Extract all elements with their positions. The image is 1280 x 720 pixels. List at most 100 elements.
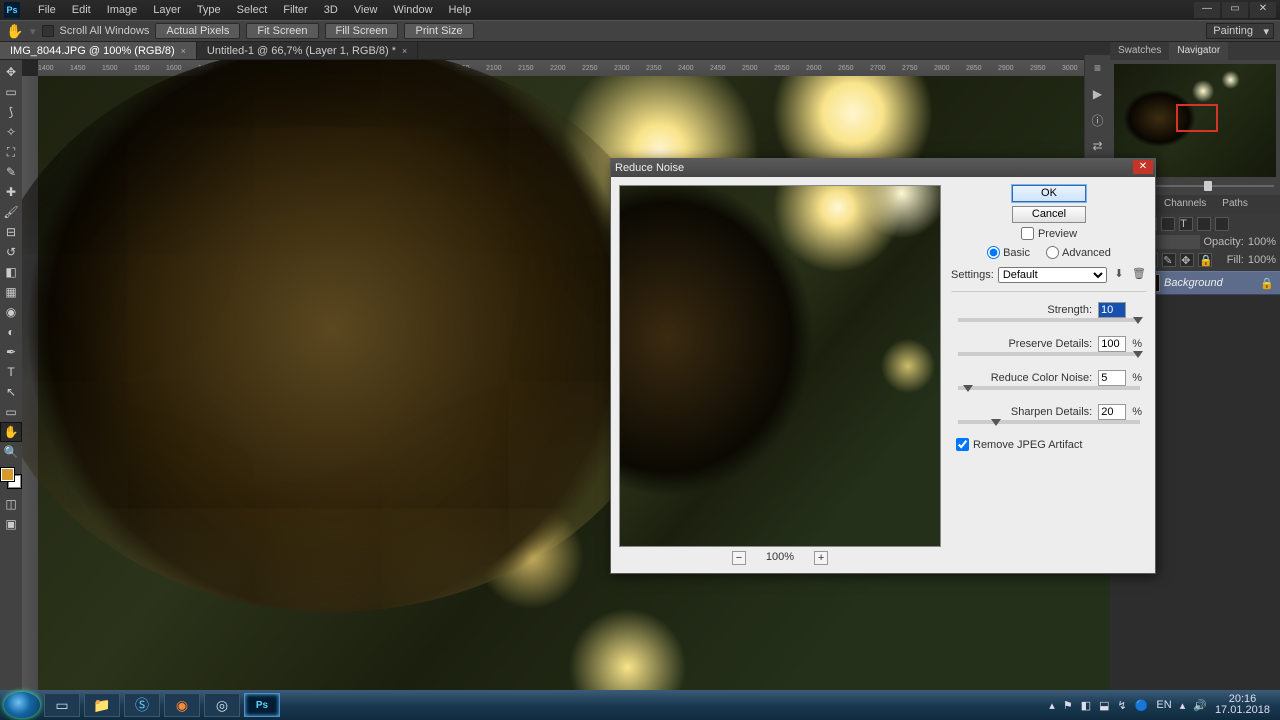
lock-pixel-icon[interactable]: ✎ [1162, 253, 1176, 267]
heal-tool[interactable]: ✚ [0, 182, 22, 202]
explorer-icon[interactable]: 📁 [84, 693, 120, 717]
lock-all-icon[interactable]: 🔒 [1198, 253, 1212, 267]
filter-type-icon[interactable]: T [1179, 217, 1193, 231]
actions-icon[interactable]: ▶ [1089, 85, 1107, 103]
crop-tool[interactable]: ⛶ [0, 142, 22, 162]
filter-shape-icon[interactable] [1197, 217, 1211, 231]
menu-view[interactable]: View [346, 2, 386, 18]
remove-jpeg-checkbox[interactable]: Remove JPEG Artifact [956, 438, 1142, 451]
lock-pos-icon[interactable]: ✥ [1180, 253, 1194, 267]
eraser-tool[interactable]: ◧ [0, 262, 22, 282]
info-icon[interactable]: ⓘ [1089, 111, 1107, 129]
taskview-icon[interactable]: ▭ [44, 693, 80, 717]
clock[interactable]: 20:1617.01.2018 [1215, 694, 1270, 716]
advanced-radio[interactable]: Advanced [1046, 246, 1111, 259]
menu-edit[interactable]: Edit [64, 2, 99, 18]
zoom-in-button[interactable]: + [814, 551, 828, 565]
menu-layer[interactable]: Layer [145, 2, 189, 18]
hand-tool[interactable]: ✋ [0, 422, 22, 442]
menu-select[interactable]: Select [229, 2, 276, 18]
settings-select[interactable]: Default [998, 267, 1107, 283]
preserve-input[interactable] [1098, 336, 1126, 352]
tray-icon[interactable]: ◧ [1081, 699, 1091, 712]
blur-tool[interactable]: ◉ [0, 302, 22, 322]
gradient-tool[interactable]: ▦ [0, 282, 22, 302]
tab-navigator[interactable]: Navigator [1169, 42, 1228, 60]
minimize-button[interactable]: — [1194, 2, 1220, 18]
close-icon[interactable]: × [181, 46, 186, 56]
tray-icon[interactable]: 🔵 [1135, 699, 1149, 712]
volume-icon[interactable]: 🔊 [1193, 699, 1207, 712]
tray-up-icon[interactable]: ▴ [1180, 699, 1186, 712]
start-button[interactable] [4, 692, 40, 718]
filter-smart-icon[interactable] [1215, 217, 1229, 231]
skype-icon[interactable]: Ⓢ [124, 693, 160, 717]
move-tool[interactable]: ✥ [0, 62, 22, 82]
navigator-viewport[interactable] [1176, 104, 1218, 132]
path-tool[interactable]: ↖ [0, 382, 22, 402]
ok-button[interactable]: OK [1012, 185, 1086, 202]
tray-icon[interactable]: ⬓ [1099, 699, 1109, 712]
quickmask-icon[interactable]: ◫ [0, 494, 22, 514]
opacity-value[interactable]: 100% [1248, 236, 1276, 248]
scroll-all-checkbox[interactable] [42, 25, 54, 37]
language-indicator[interactable]: EN [1156, 699, 1171, 711]
menu-filter[interactable]: Filter [275, 2, 315, 18]
strength-slider[interactable] [958, 318, 1140, 322]
menu-image[interactable]: Image [99, 2, 146, 18]
close-button[interactable]: ✕ [1250, 2, 1276, 18]
lasso-tool[interactable]: ⟆ [0, 102, 22, 122]
cancel-button[interactable]: Cancel [1012, 206, 1086, 223]
colornoise-input[interactable] [1098, 370, 1126, 386]
history-brush-tool[interactable]: ↺ [0, 242, 22, 262]
shape-tool[interactable]: ▭ [0, 402, 22, 422]
type-tool[interactable]: T [0, 362, 22, 382]
dialog-close-button[interactable]: ✕ [1133, 160, 1153, 174]
menu-file[interactable]: File [30, 2, 64, 18]
dodge-tool[interactable]: ◐ [0, 322, 22, 342]
tab-swatches[interactable]: Swatches [1110, 42, 1169, 60]
save-preset-icon[interactable]: ⬇ [1111, 267, 1127, 283]
tray-up-icon[interactable]: ▴ [1049, 699, 1055, 712]
chrome-icon[interactable]: ◎ [204, 693, 240, 717]
preview-checkbox[interactable]: Preview [1021, 227, 1077, 240]
firefox-icon[interactable]: ◉ [164, 693, 200, 717]
fill-screen-button[interactable]: Fill Screen [325, 23, 399, 39]
dialog-preview[interactable] [619, 185, 941, 547]
screenmode-icon[interactable]: ▣ [0, 514, 22, 534]
menu-3d[interactable]: 3D [316, 2, 346, 18]
tray-icon[interactable]: ↯ [1118, 699, 1127, 712]
eyedropper-tool[interactable]: ✎ [0, 162, 22, 182]
tray-icon[interactable]: ⚑ [1063, 699, 1073, 712]
tab-paths[interactable]: Paths [1214, 195, 1256, 213]
fit-screen-button[interactable]: Fit Screen [246, 23, 318, 39]
actual-pixels-button[interactable]: Actual Pixels [155, 23, 240, 39]
wand-tool[interactable]: ✧ [0, 122, 22, 142]
maximize-button[interactable]: ▭ [1222, 2, 1248, 18]
menu-type[interactable]: Type [189, 2, 229, 18]
pen-tool[interactable]: ✒ [0, 342, 22, 362]
tab-channels[interactable]: Channels [1156, 195, 1214, 213]
sharpen-input[interactable] [1098, 404, 1126, 420]
fill-value[interactable]: 100% [1248, 254, 1276, 266]
stamp-tool[interactable]: ⊟ [0, 222, 22, 242]
filter-adj-icon[interactable] [1161, 217, 1175, 231]
delete-preset-icon[interactable]: 🗑 [1131, 267, 1147, 283]
print-size-button[interactable]: Print Size [404, 23, 473, 39]
brush-tool[interactable]: 🖌 [0, 202, 22, 222]
photoshop-taskbar-icon[interactable]: Ps [244, 693, 280, 717]
history-icon[interactable]: ≡ [1089, 59, 1107, 77]
hand-tool-icon[interactable]: ✋ [6, 22, 24, 40]
zoom-tool[interactable]: 🔍 [0, 442, 22, 462]
color-swatch[interactable] [1, 468, 21, 488]
preserve-slider[interactable] [958, 352, 1140, 356]
marquee-tool[interactable]: ▭ [0, 82, 22, 102]
workspace-select[interactable]: Painting [1206, 23, 1274, 39]
colornoise-slider[interactable] [958, 386, 1140, 390]
strength-input[interactable] [1098, 302, 1126, 318]
dialog-titlebar[interactable]: Reduce Noise ✕ [611, 159, 1155, 177]
menu-help[interactable]: Help [441, 2, 480, 18]
tab-img8044[interactable]: IMG_8044.JPG @ 100% (RGB/8)× [0, 42, 197, 59]
close-icon[interactable]: × [402, 46, 407, 56]
sharpen-slider[interactable] [958, 420, 1140, 424]
